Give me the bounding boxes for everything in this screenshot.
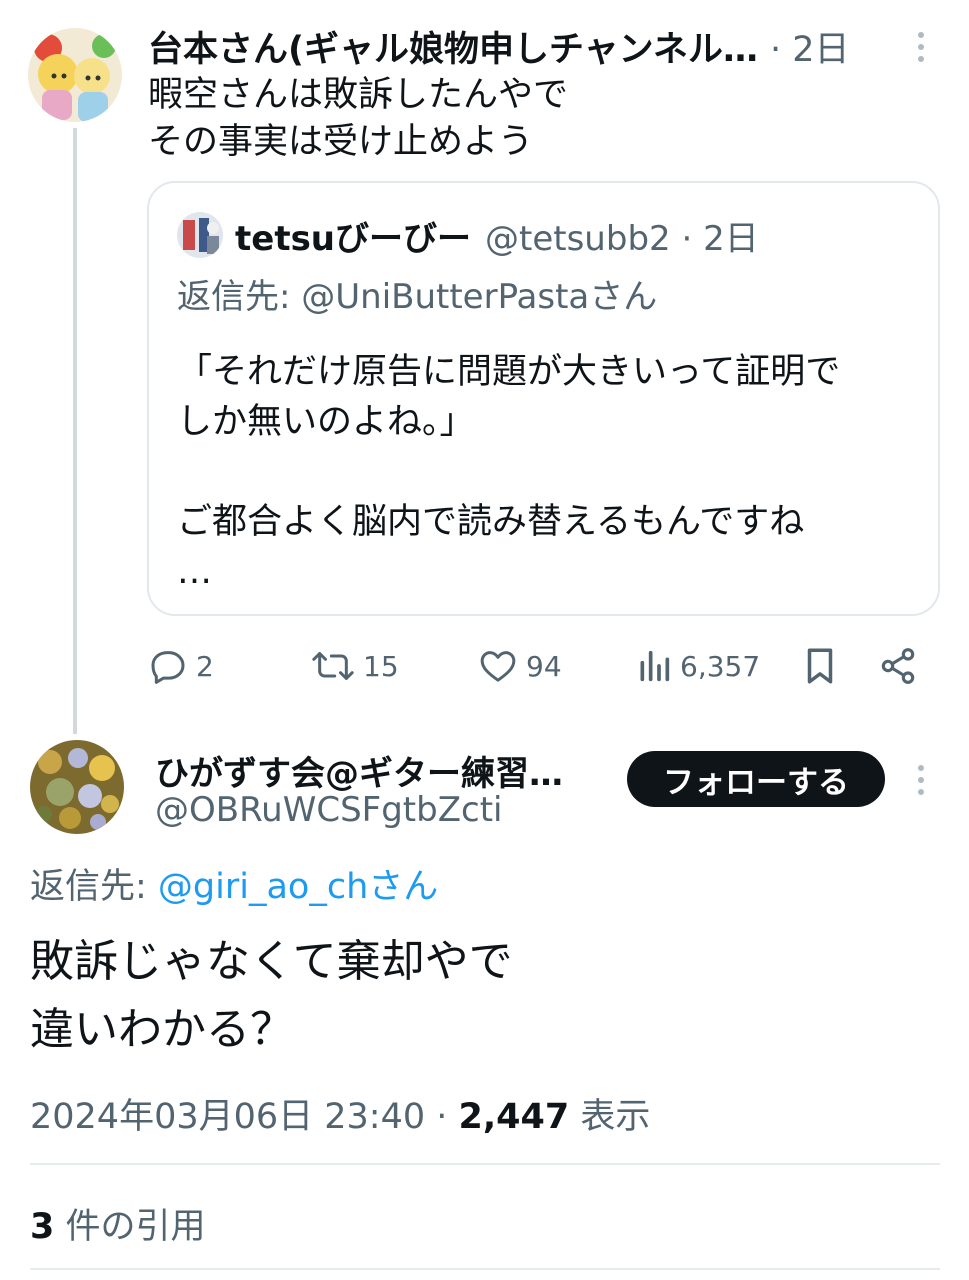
- quoted-text-line: しか無いのよね。」: [177, 402, 475, 442]
- views-count: 6,357: [680, 649, 761, 683]
- divider: [30, 1268, 940, 1270]
- main-avatar[interactable]: [30, 740, 124, 834]
- share-icon: [878, 646, 918, 686]
- quoted-tweet-card[interactable]: tetsuびーびー @tetsubb2 · 2日 返信先: @UniButter…: [147, 181, 940, 616]
- reply-suffix: さん: [589, 277, 658, 317]
- quoted-text-line: [177, 447, 917, 497]
- views-total: 2,447: [458, 1097, 570, 1137]
- quoted-tweet-text: 「それだけ原告に問題が大きいって証明で しか無いのよね。」 ご都合よく脳内で読み…: [177, 347, 917, 597]
- quotes-count: 3: [30, 1207, 55, 1247]
- main-display-name[interactable]: ひがずす会@ギター練習…: [155, 746, 605, 795]
- parent-text-line: 暇空さんは敗訴したんやで: [148, 75, 569, 115]
- main-more-icon[interactable]: [916, 765, 926, 795]
- main-timestamp[interactable]: 2024年03月06日 23:40 · 2,447 表示: [30, 1088, 650, 1139]
- parent-tweet-text: 暇空さんは敗訴したんやで その事実は受け止めよう: [148, 72, 568, 166]
- main-handle[interactable]: @OBRuWCSFgtbZcti: [155, 790, 503, 830]
- quoted-reply-to: 返信先: @UniButterPastaさん: [177, 269, 657, 318]
- parent-avatar[interactable]: [28, 28, 122, 122]
- parent-time[interactable]: · 2日: [770, 21, 850, 72]
- like-count: 94: [526, 649, 562, 683]
- reply-prefix: 返信先:: [30, 867, 158, 907]
- retweet-button[interactable]: 15: [311, 640, 399, 692]
- retweet-count: 15: [363, 649, 399, 683]
- reply-target: @UniButterPasta: [301, 277, 590, 317]
- reply-target-link[interactable]: @giri_ao_ch: [158, 867, 368, 907]
- reply-prefix: 返信先:: [177, 277, 302, 317]
- parent-header: 台本さん(ギャル娘物申しチャンネル… · 2日: [148, 24, 888, 70]
- views-icon: [636, 646, 672, 686]
- quoted-text-line: …: [177, 552, 212, 592]
- like-button[interactable]: 94: [478, 640, 562, 692]
- main-text-line: 違いわかる？: [30, 1004, 294, 1055]
- retweet-icon: [311, 646, 355, 686]
- parent-display-name[interactable]: 台本さん(ギャル娘物申しチャンネル…: [148, 21, 758, 72]
- main-reply-to: 返信先: @giri_ao_chさん: [30, 858, 438, 909]
- bookmark-icon: [802, 645, 838, 687]
- parent-text-line: その事実は受け止めよう: [148, 122, 534, 162]
- timestamp-text: 2024年03月06日 23:40 ·: [30, 1097, 459, 1137]
- parent-more-icon[interactable]: [916, 32, 926, 62]
- views-button[interactable]: 6,357: [636, 640, 760, 692]
- main-tweet-text: 敗訴じゃなくて棄却やで 違いわかる？: [30, 928, 513, 1064]
- quoted-header: tetsuびーびー @tetsubb2 · 2日: [177, 211, 759, 259]
- divider: [30, 1163, 940, 1165]
- thread-line: [73, 128, 77, 734]
- action-bar: 2 15 94 6,357: [148, 640, 928, 692]
- quotes-label: 件の引用: [54, 1207, 206, 1247]
- like-icon: [478, 646, 518, 686]
- quoted-text-line: ご都合よく脳内で読み替えるもんですね: [177, 502, 805, 542]
- reply-count: 2: [196, 649, 214, 683]
- share-button[interactable]: [878, 640, 918, 692]
- quoted-avatar: [177, 212, 223, 258]
- quoted-handle-time: @tetsubb2 · 2日: [485, 218, 759, 259]
- bookmark-button[interactable]: [802, 640, 838, 692]
- follow-button[interactable]: フォローする: [627, 751, 885, 807]
- main-text-line: 敗訴じゃなくて棄却やで: [30, 936, 513, 987]
- quoted-text-line: 「それだけ原告に問題が大きいって証明で: [177, 352, 841, 392]
- quotes-link[interactable]: 3 件の引用: [30, 1198, 206, 1249]
- reply-suffix: さん: [368, 867, 439, 907]
- views-label: 表示: [569, 1097, 651, 1137]
- reply-icon: [148, 646, 188, 686]
- reply-button[interactable]: 2: [148, 640, 214, 692]
- quoted-display-name: tetsuびーびー: [235, 218, 472, 259]
